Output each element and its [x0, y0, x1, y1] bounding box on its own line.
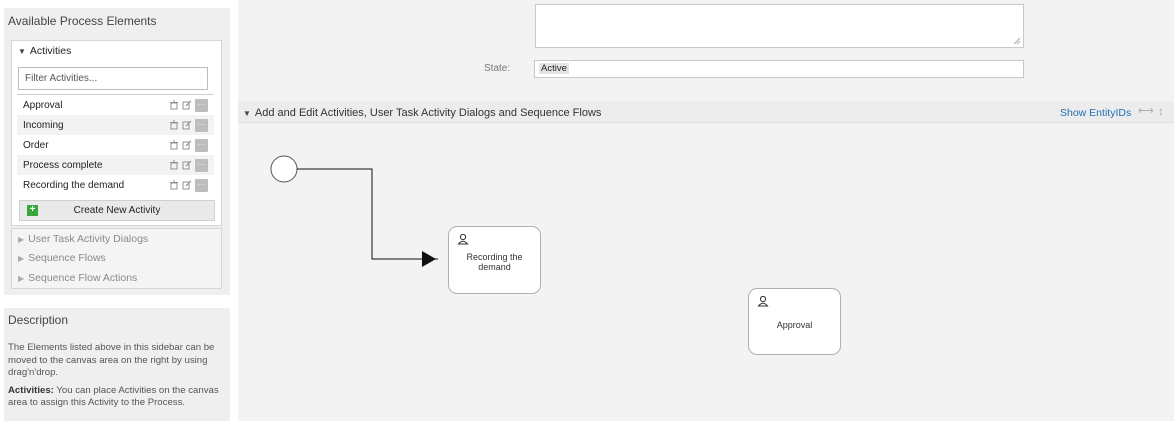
user-task-icon — [457, 233, 469, 245]
section-label: Sequence Flow Actions — [28, 272, 138, 284]
resize-grip-icon[interactable] — [1013, 37, 1021, 45]
arrow-head-icon — [422, 251, 436, 267]
activity-list-item[interactable]: Incoming ··· — [17, 115, 214, 135]
edit-icon[interactable] — [182, 160, 192, 170]
activity-list-item[interactable]: Approval ··· — [17, 95, 214, 115]
activity-item-label: Incoming — [23, 119, 64, 131]
more-icon[interactable]: ··· — [195, 118, 208, 132]
activity-label: Approval — [776, 320, 813, 330]
activity-list-item[interactable]: Recording the demand ··· — [17, 175, 214, 195]
caret-down-icon: ▼ — [243, 109, 251, 118]
more-icon[interactable]: ··· — [195, 98, 208, 112]
activity-list-item[interactable]: Process complete ··· — [17, 155, 214, 175]
more-icon[interactable]: ··· — [195, 138, 208, 152]
sequence-flows-accordion[interactable]: ▶ Sequence Flows — [11, 248, 222, 269]
plus-icon: + — [27, 205, 38, 216]
caret-right-icon: ▶ — [18, 253, 25, 263]
panel-title: Available Process Elements — [8, 14, 157, 28]
trash-icon[interactable] — [169, 140, 179, 150]
more-icon[interactable]: ··· — [195, 178, 208, 192]
caret-down-icon: ▼ — [18, 46, 26, 56]
activity-item-label: Recording the demand — [23, 179, 125, 191]
edit-icon[interactable] — [182, 180, 192, 190]
activity-item-label: Order — [23, 139, 49, 151]
section-label: User Task Activity Dialogs — [28, 233, 149, 245]
trash-icon[interactable] — [169, 180, 179, 190]
edit-icon[interactable] — [182, 100, 192, 110]
section-label: Sequence Flows — [28, 252, 106, 264]
description-textarea[interactable] — [535, 4, 1024, 48]
activity-list-item[interactable]: Order ··· — [17, 135, 214, 155]
activities-accordion[interactable]: ▼ Activities — [11, 40, 222, 62]
filter-activities-input[interactable]: Filter Activities... — [18, 67, 208, 90]
activity-approval[interactable]: Approval — [748, 288, 841, 355]
description-text: The Elements listed above in this sideba… — [8, 342, 219, 408]
start-event[interactable] — [270, 155, 298, 183]
user-task-icon — [757, 295, 769, 307]
state-select[interactable]: Active — [534, 60, 1024, 78]
activity-list: Approval ··· Incoming ··· Order ··· Process co… — [17, 94, 214, 195]
process-canvas[interactable] — [238, 124, 1174, 421]
user-task-dialogs-accordion[interactable]: ▶ User Task Activity Dialogs — [11, 228, 222, 250]
activity-label: Recording the demand — [466, 252, 523, 272]
trash-icon[interactable] — [169, 160, 179, 170]
caret-right-icon: ▶ — [18, 234, 25, 244]
resize-vertical-icon[interactable]: ↕ — [1158, 104, 1164, 118]
create-new-activity-button[interactable]: + Create New Activity — [19, 200, 215, 221]
activities-header[interactable]: ▼ Activities — [12, 41, 221, 61]
edit-icon[interactable] — [182, 140, 192, 150]
trash-icon[interactable] — [169, 120, 179, 130]
description-title: Description — [8, 313, 69, 327]
activity-recording-the-demand[interactable]: Recording the demand — [448, 226, 541, 294]
caret-right-icon: ▶ — [18, 273, 25, 283]
more-icon[interactable]: ··· — [195, 158, 208, 172]
editor-section-title[interactable]: ▼ Add and Edit Activities, User Task Acti… — [243, 107, 601, 119]
edit-icon[interactable] — [182, 120, 192, 130]
sequence-flow[interactable] — [297, 168, 438, 260]
activity-item-label: Process complete — [23, 159, 103, 171]
resize-horizontal-icon[interactable]: ⟷ — [1138, 104, 1154, 117]
sequence-flow-actions-accordion[interactable]: ▶ Sequence Flow Actions — [11, 268, 222, 289]
trash-icon[interactable] — [169, 100, 179, 110]
state-label: State: — [484, 63, 511, 74]
activity-item-label: Approval — [23, 99, 63, 111]
show-entity-ids-link[interactable]: Show EntityIDs — [1060, 107, 1131, 119]
